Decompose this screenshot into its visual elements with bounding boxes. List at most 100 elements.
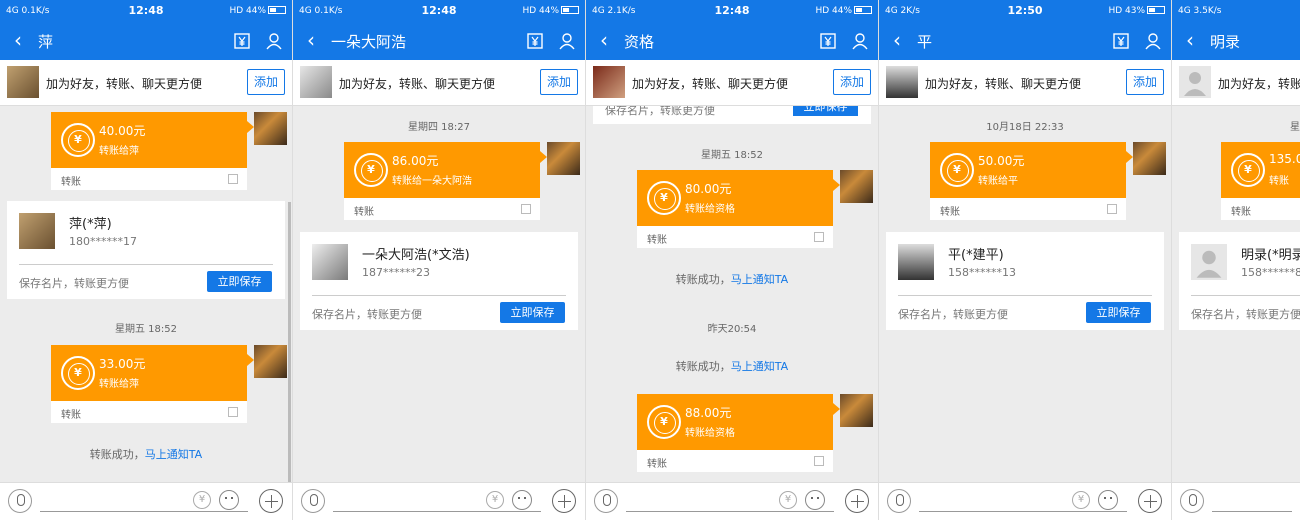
- transfer-card[interactable]: ¥ 80.00元 转账给资格 转账: [637, 170, 840, 248]
- contact-phone: 187******23: [362, 266, 430, 279]
- status-right-text: HD 44%: [815, 6, 852, 16]
- chat-area[interactable]: 保存名片，转账更方便 立即保存 星期五 18:52 ¥ 80.00元 转账给资格…: [586, 106, 878, 482]
- smiley-icon[interactable]: [1098, 490, 1118, 510]
- my-avatar[interactable]: [547, 142, 580, 175]
- save-now-button[interactable]: 立即保存: [1086, 302, 1151, 323]
- my-avatar[interactable]: [840, 394, 873, 427]
- chat-area[interactable]: 星 ¥ 135.0 转账 转账 明录(*明录 158******81 保存名片，…: [1172, 106, 1300, 482]
- my-avatar[interactable]: [840, 170, 873, 203]
- yen-icon[interactable]: ¥: [779, 491, 797, 509]
- plus-icon[interactable]: [1138, 489, 1162, 513]
- transfer-card-top: ¥ 135.0 转账: [1221, 142, 1300, 198]
- transfer-card[interactable]: ¥ 40.00元 转账给萍 转账: [51, 112, 254, 190]
- partial-contact-card: 保存名片，转账更方便 立即保存: [593, 106, 871, 124]
- plus-icon[interactable]: [259, 489, 283, 513]
- person-icon[interactable]: [558, 32, 576, 50]
- my-avatar[interactable]: [1133, 142, 1166, 175]
- yen-icon[interactable]: ¥: [193, 491, 211, 509]
- back-chevron-icon[interactable]: ‹: [600, 30, 608, 50]
- divider: [19, 264, 273, 265]
- yen-coin-icon: ¥: [354, 153, 388, 187]
- person-icon[interactable]: [265, 32, 283, 50]
- timestamp: 星期五 18:52: [115, 324, 177, 335]
- chat-area[interactable]: 星期四 18:27 ¥ 86.00元 转账给一朵大阿浩 转账 一朵大阿浩(*文浩…: [293, 106, 585, 482]
- smiley-icon[interactable]: [805, 490, 825, 510]
- contact-card[interactable]: 平(*建平) 158******13 保存名片，转账更方便 立即保存: [886, 232, 1164, 330]
- scrollbar[interactable]: [288, 202, 291, 482]
- notify-link[interactable]: 马上通知TA: [145, 448, 202, 461]
- contact-card[interactable]: 明录(*明录 158******81 保存名片，转账更方便: [1179, 232, 1300, 330]
- notify-link[interactable]: 马上通知TA: [731, 360, 788, 373]
- back-chevron-icon[interactable]: ‹: [893, 30, 901, 50]
- yen-icon[interactable]: ¥: [1072, 491, 1090, 509]
- yen-bill-icon[interactable]: [526, 32, 544, 50]
- yen-coin-icon: ¥: [61, 123, 95, 157]
- message-input[interactable]: [1212, 511, 1292, 512]
- divider: [1191, 295, 1300, 296]
- add-friend-button[interactable]: 添加: [247, 69, 285, 95]
- input-bar: ¥: [293, 482, 585, 520]
- plus-icon[interactable]: [552, 489, 576, 513]
- transfer-recipient: 转账给萍: [99, 379, 139, 390]
- transfer-card[interactable]: ¥ 33.00元 转账给萍 转账: [51, 345, 254, 423]
- transfer-recipient: 转账给资格: [685, 204, 735, 215]
- save-now-button[interactable]: 立即保存: [500, 302, 565, 323]
- avatar: [300, 66, 332, 98]
- add-friend-button[interactable]: 添加: [833, 69, 871, 95]
- save-now-button[interactable]: 立即保存: [793, 106, 858, 116]
- transfer-success-notice: 转账成功，马上通知TA: [586, 358, 878, 374]
- microphone-icon[interactable]: [301, 489, 325, 513]
- person-icon[interactable]: [1144, 32, 1162, 50]
- transfer-card-top: ¥ 33.00元 转账给萍: [51, 345, 254, 401]
- save-now-button[interactable]: 立即保存: [207, 271, 272, 292]
- microphone-icon[interactable]: [887, 489, 911, 513]
- transfer-card[interactable]: ¥ 50.00元 转账给平 转账: [930, 142, 1133, 220]
- chat-panel-3: 4G 2.1K/s 12:48 HD 44% ‹ 资格 保存名片，转账更方便 立…: [586, 0, 879, 520]
- transfer-card-footer: 转账: [930, 198, 1126, 220]
- title-bar: ‹ 平: [879, 22, 1171, 60]
- smiley-icon[interactable]: [512, 490, 532, 510]
- add-friend-button[interactable]: 添加: [1126, 69, 1164, 95]
- chat-area[interactable]: 10月18日 22:33 ¥ 50.00元 转账给平 转账 平(*建平) 158…: [879, 106, 1171, 482]
- my-avatar[interactable]: [254, 345, 287, 378]
- yen-bill-icon[interactable]: [819, 32, 837, 50]
- message-input[interactable]: [333, 511, 541, 512]
- page-title: 资格: [624, 33, 655, 51]
- back-chevron-icon[interactable]: ‹: [307, 30, 315, 50]
- back-chevron-icon[interactable]: ‹: [14, 30, 22, 50]
- yen-coin-icon: ¥: [61, 356, 95, 390]
- yen-bill-icon[interactable]: [1112, 32, 1130, 50]
- microphone-icon[interactable]: [594, 489, 618, 513]
- chat-panel-4: 4G 2K/s 12:50 HD 43% ‹ 平 加为好友，转账、聊天更方便 添…: [879, 0, 1172, 520]
- transfer-card[interactable]: ¥ 86.00元 转账给一朵大阿浩 转账: [344, 142, 547, 220]
- person-icon[interactable]: [851, 32, 869, 50]
- my-avatar[interactable]: [254, 112, 287, 145]
- default-avatar-icon: [1184, 72, 1206, 96]
- smiley-icon[interactable]: [219, 490, 239, 510]
- transfer-card-top: ¥ 86.00元 转账给一朵大阿浩: [344, 142, 547, 198]
- transfer-card[interactable]: ¥ 135.0 转账 转账: [1221, 142, 1300, 220]
- status-bar: 4G 0.1K/s 12:48 HD 44%: [0, 0, 292, 22]
- plus-icon[interactable]: [845, 489, 869, 513]
- message-input[interactable]: [919, 511, 1127, 512]
- yen-icon[interactable]: ¥: [486, 491, 504, 509]
- page-title: 明录: [1210, 33, 1241, 51]
- microphone-icon[interactable]: [1180, 489, 1204, 513]
- add-friend-button[interactable]: 添加: [540, 69, 578, 95]
- message-input[interactable]: [40, 511, 248, 512]
- contact-card[interactable]: 萍(*萍) 180******17 保存名片，转账更方便 立即保存: [7, 201, 285, 299]
- chat-area[interactable]: ¥ 40.00元 转账给萍 转账 萍(*萍) 180******17 保存名片，…: [0, 106, 292, 482]
- yen-bill-icon[interactable]: [233, 32, 251, 50]
- contact-card[interactable]: 一朵大阿浩(*文浩) 187******23 保存名片，转账更方便 立即保存: [300, 232, 578, 330]
- transfer-label: 转账: [940, 207, 960, 218]
- notify-link[interactable]: 马上通知TA: [731, 273, 788, 286]
- message-input[interactable]: [626, 511, 834, 512]
- transfer-card-footer: 转账: [344, 198, 540, 220]
- transfer-amount: 86.00元: [392, 154, 439, 168]
- back-chevron-icon[interactable]: ‹: [1186, 30, 1194, 50]
- transfer-amount: 50.00元: [978, 154, 1025, 168]
- microphone-icon[interactable]: [8, 489, 32, 513]
- transfer-logo-icon: [814, 232, 824, 242]
- add-friend-bar: 加为好友，转账、聊天更方便 添加: [293, 60, 585, 106]
- transfer-card[interactable]: ¥ 88.00元 转账给资格 转账: [637, 394, 840, 472]
